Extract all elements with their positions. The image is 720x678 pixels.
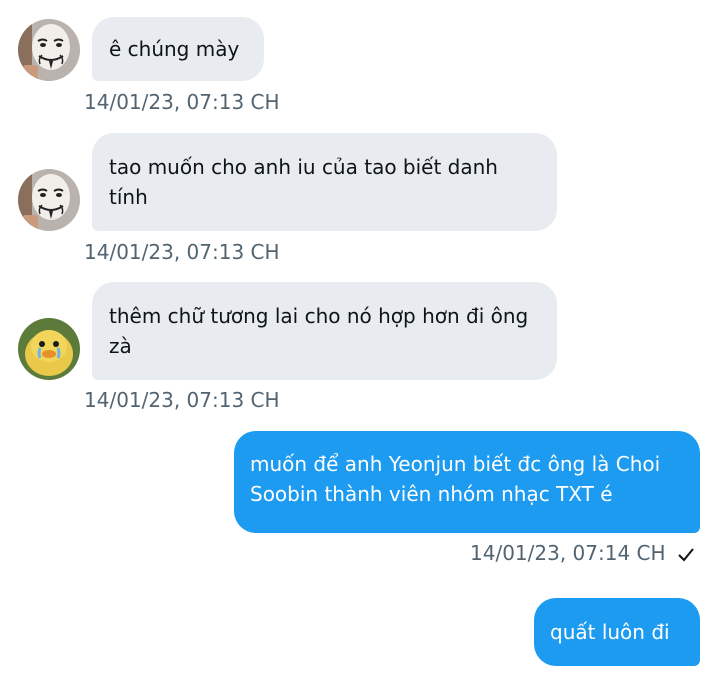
message-timestamp: 14/01/23, 07:13 CH <box>84 388 280 412</box>
message-text: quất luôn đi <box>550 620 670 644</box>
message-bubble-outgoing[interactable]: muốn để anh Yeonjun biết đc ông là Choi … <box>234 431 700 533</box>
message-timestamp: 14/01/23, 07:13 CH <box>84 90 280 114</box>
message-bubble-incoming[interactable]: thêm chữ tương lai cho nó hợp hơn đi ông… <box>92 282 557 380</box>
avatar-mask[interactable] <box>18 169 80 231</box>
avatar-duck[interactable] <box>18 318 80 380</box>
crying-duck-icon <box>18 318 80 380</box>
message-text: ê chúng mày <box>109 37 240 61</box>
message-text: muốn để anh Yeonjun biết đc ông là Choi … <box>250 452 661 506</box>
message-bubble-outgoing[interactable]: quất luôn đi <box>534 598 700 666</box>
message-timestamp: 14/01/23, 07:14 CH <box>470 541 666 565</box>
message-text: thêm chữ tương lai cho nó hợp hơn đi ông… <box>109 304 529 358</box>
message-timestamp: 14/01/23, 07:13 CH <box>84 240 280 264</box>
avatar-mask[interactable] <box>18 19 80 81</box>
message-bubble-incoming[interactable]: ê chúng mày <box>92 17 264 81</box>
check-icon <box>678 548 694 562</box>
message-text: tao muốn cho anh iu của tao biết danh tí… <box>109 155 498 209</box>
guy-fawkes-mask-icon <box>18 19 80 81</box>
guy-fawkes-mask-icon <box>18 169 80 231</box>
message-bubble-incoming[interactable]: tao muốn cho anh iu của tao biết danh tí… <box>92 133 557 231</box>
